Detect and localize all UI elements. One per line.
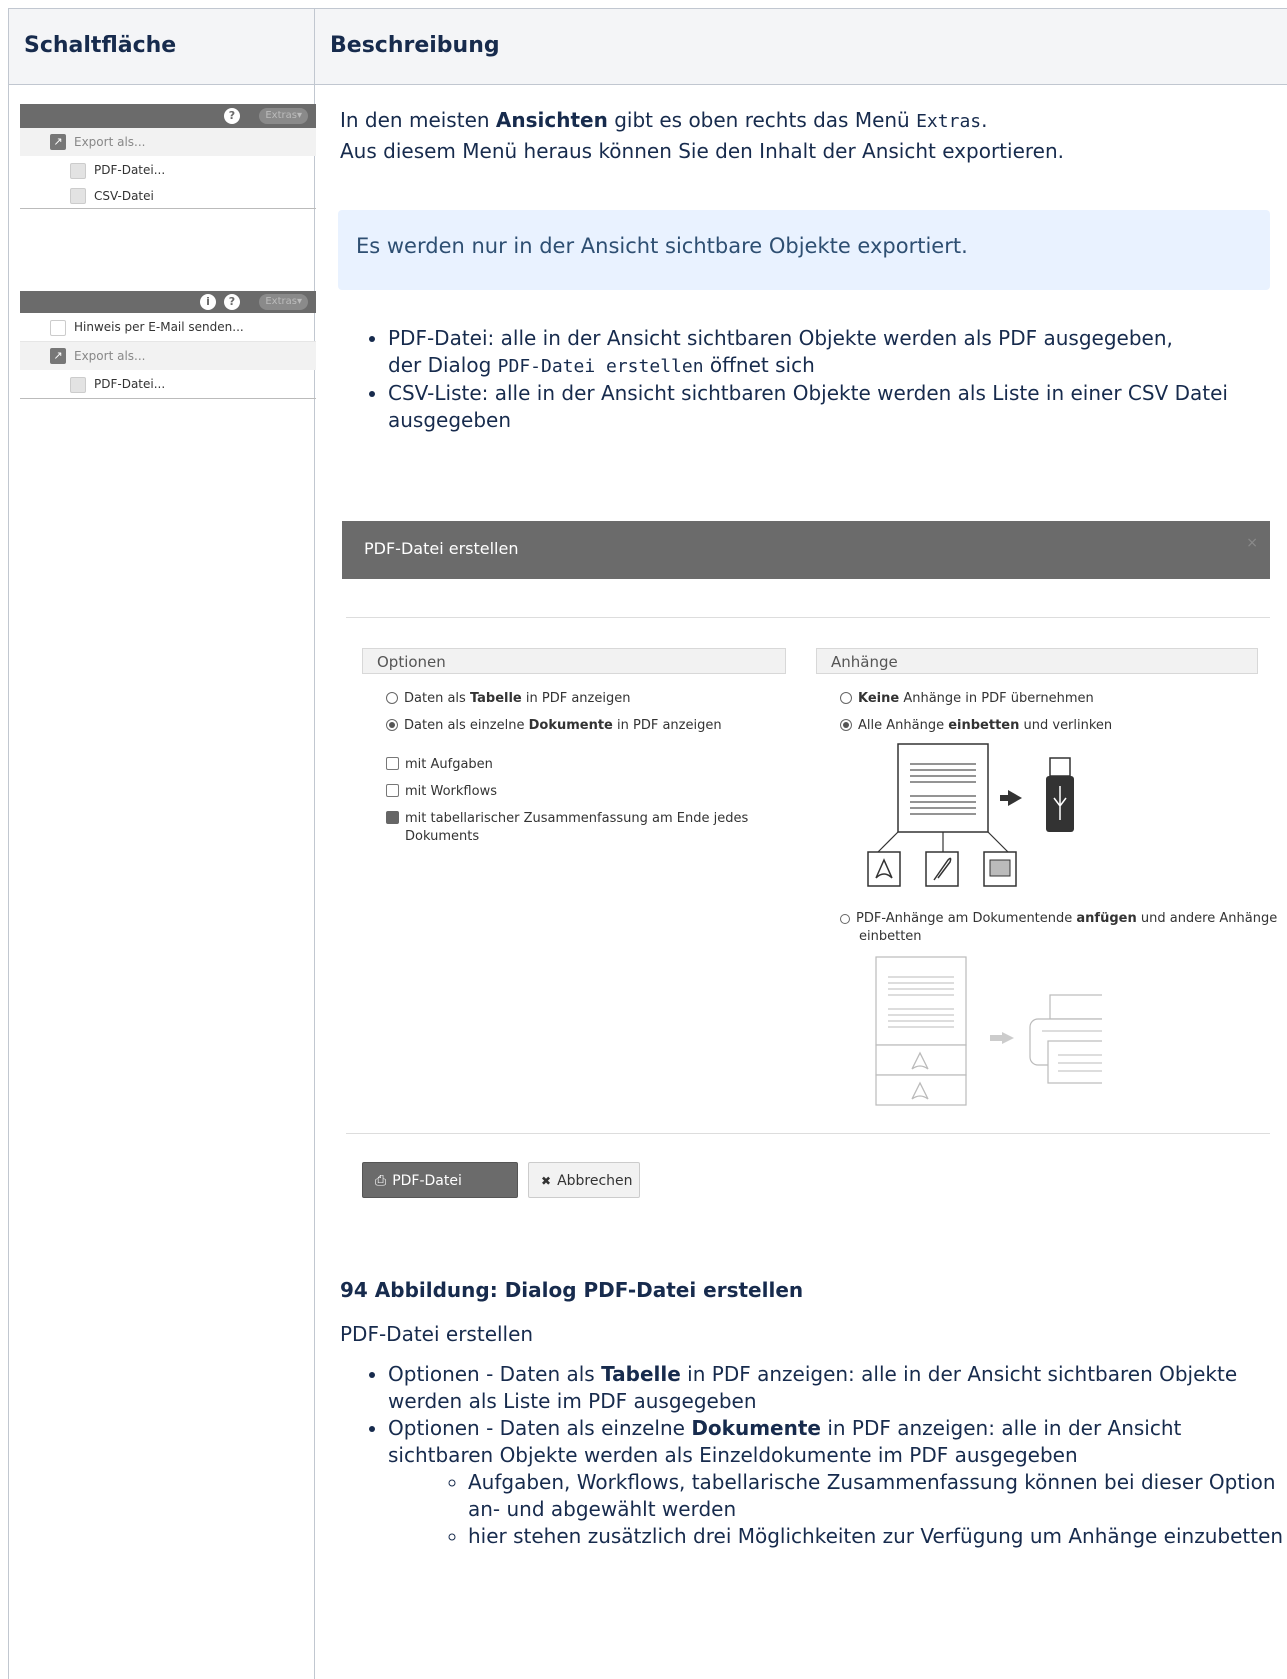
- menu-item-mail-label: Hinweis per E-Mail senden...: [74, 320, 244, 334]
- table-header: Schaltfläche Beschreibung: [8, 8, 1287, 84]
- menu-item-pdf[interactable]: PDF-Datei...: [20, 156, 316, 184]
- extras-menu-screenshot-2: i ? Extras▾ Hinweis per E-Mail senden...…: [20, 291, 316, 399]
- extras-menu-button[interactable]: Extras▾: [259, 108, 308, 124]
- dialog-footer-divider: [346, 1133, 1270, 1134]
- section-optionen: Optionen: [362, 648, 786, 674]
- radio-alle-einbetten[interactable]: Alle Anhänge einbetten und verlinken: [840, 717, 1112, 735]
- radio-dokumente[interactable]: Daten als einzelne Dokumente in PDF anze…: [386, 717, 722, 735]
- intro-line-2: Aus diesem Menü heraus können Sie den In…: [340, 139, 1064, 163]
- checkbox[interactable]: [386, 811, 399, 824]
- menu-item-export[interactable]: ↗ Export als...: [20, 342, 316, 370]
- dialog-divider: [346, 617, 1270, 618]
- radio-tabelle[interactable]: Daten als Tabelle in PDF anzeigen: [386, 690, 630, 708]
- radio-button[interactable]: [386, 692, 398, 704]
- radio-button[interactable]: [840, 719, 852, 731]
- list-item: CSV-Liste: alle in der Ansicht sichtbare…: [388, 380, 1287, 434]
- menu-item-pdf-label: PDF-Datei...: [94, 377, 166, 391]
- menu-item-pdf[interactable]: PDF-Datei...: [20, 370, 316, 399]
- checkbox-workflows[interactable]: mit Workflows: [386, 783, 497, 801]
- menu-item-pdf-label: PDF-Datei...: [94, 163, 166, 177]
- export-icon: ↗: [50, 348, 66, 364]
- table-column-divider: [314, 8, 315, 1679]
- menu-item-csv-label: CSV-Datei: [94, 189, 154, 203]
- menu-bar: ? Extras▾: [20, 104, 316, 128]
- menu-item-csv[interactable]: CSV-Datei: [20, 184, 316, 209]
- embed-illustration: [867, 743, 1074, 887]
- export-bullets: PDF-Datei: alle in der Ansicht sichtbare…: [360, 325, 1287, 434]
- info-icon[interactable]: i: [200, 294, 216, 310]
- section-subtitle: PDF-Datei erstellen: [340, 1322, 534, 1346]
- checkbox-zusammenfassung[interactable]: mit tabellarischer Zusammenfassung am En…: [386, 810, 765, 846]
- table-header-divider: [8, 84, 1287, 85]
- help-icon[interactable]: ?: [224, 108, 240, 124]
- menu-item-mail[interactable]: Hinweis per E-Mail senden...: [20, 313, 316, 342]
- info-panel: Es werden nur in der Ansicht sichtbare O…: [338, 210, 1270, 290]
- list-item: hier stehen zusätzlich drei Möglichkeite…: [468, 1523, 1287, 1550]
- csv-file-icon: [70, 188, 86, 204]
- sub-list: Aufgaben, Workflows, tabellarische Zusam…: [388, 1469, 1287, 1550]
- radio-button[interactable]: [840, 914, 850, 924]
- mail-icon: [50, 320, 66, 336]
- close-icon[interactable]: ×: [1246, 535, 1258, 551]
- extras-menu-button[interactable]: Extras▾: [259, 294, 308, 310]
- create-pdf-button[interactable]: ⎙ PDF-Datei erstellen: [362, 1162, 518, 1225]
- checkbox-aufgaben[interactable]: mit Aufgaben: [386, 756, 493, 774]
- info-panel-text: Es werden nur in der Ansicht sichtbare O…: [356, 234, 968, 258]
- pdf-file-icon: [70, 377, 86, 393]
- list-item: Optionen - Daten als Tabelle in PDF anze…: [388, 1361, 1287, 1415]
- header-schaltflaeche: Schaltfläche: [24, 33, 177, 58]
- list-item: Aufgaben, Workflows, tabellarische Zusam…: [468, 1469, 1287, 1523]
- checkbox[interactable]: [386, 757, 399, 770]
- pdf-file-icon: [70, 163, 86, 179]
- figure-caption: 94 Abbildung: Dialog PDF-Datei erstellen: [340, 1278, 804, 1302]
- intro-line-1: In den meisten Ansichten gibt es oben re…: [340, 108, 988, 132]
- close-icon: ✖: [541, 1174, 552, 1188]
- table-border-top: [8, 8, 1287, 9]
- help-icon[interactable]: ?: [224, 294, 240, 310]
- export-icon: ↗: [50, 134, 66, 150]
- cancel-button[interactable]: ✖ Abbrechen: [528, 1162, 640, 1198]
- append-illustration: [875, 956, 1102, 1106]
- options-bullets: Optionen - Daten als Tabelle in PDF anze…: [360, 1361, 1287, 1550]
- radio-button[interactable]: [840, 692, 852, 704]
- pdf-icon: ⎙: [375, 1173, 387, 1189]
- menu-item-export-label: Export als...: [74, 349, 146, 363]
- radio-keine-anhaenge[interactable]: Keine Anhänge in PDF übernehmen: [840, 690, 1094, 708]
- radio-pdf-anfuegen[interactable]: PDF-Anhänge am Dokumentende anfügen und …: [840, 910, 1279, 946]
- header-beschreibung: Beschreibung: [330, 33, 500, 58]
- extras-menu-screenshot-1: ? Extras▾ ↗ Export als... PDF-Datei... C…: [20, 104, 316, 209]
- table-border-left: [8, 8, 9, 1679]
- dialog-title: PDF-Datei erstellen: [364, 539, 519, 558]
- section-anhaenge: Anhänge: [816, 648, 1258, 674]
- menu-bar: i ? Extras▾: [20, 291, 316, 313]
- menu-item-export-label: Export als...: [74, 135, 146, 149]
- radio-button[interactable]: [386, 719, 398, 731]
- menu-item-export[interactable]: ↗ Export als...: [20, 128, 316, 156]
- checkbox[interactable]: [386, 784, 399, 797]
- list-item: Optionen - Daten als einzelne Dokumente …: [388, 1415, 1287, 1550]
- list-item: PDF-Datei: alle in der Ansicht sichtbare…: [388, 325, 1287, 380]
- dialog-header: PDF-Datei erstellen ×: [342, 521, 1270, 579]
